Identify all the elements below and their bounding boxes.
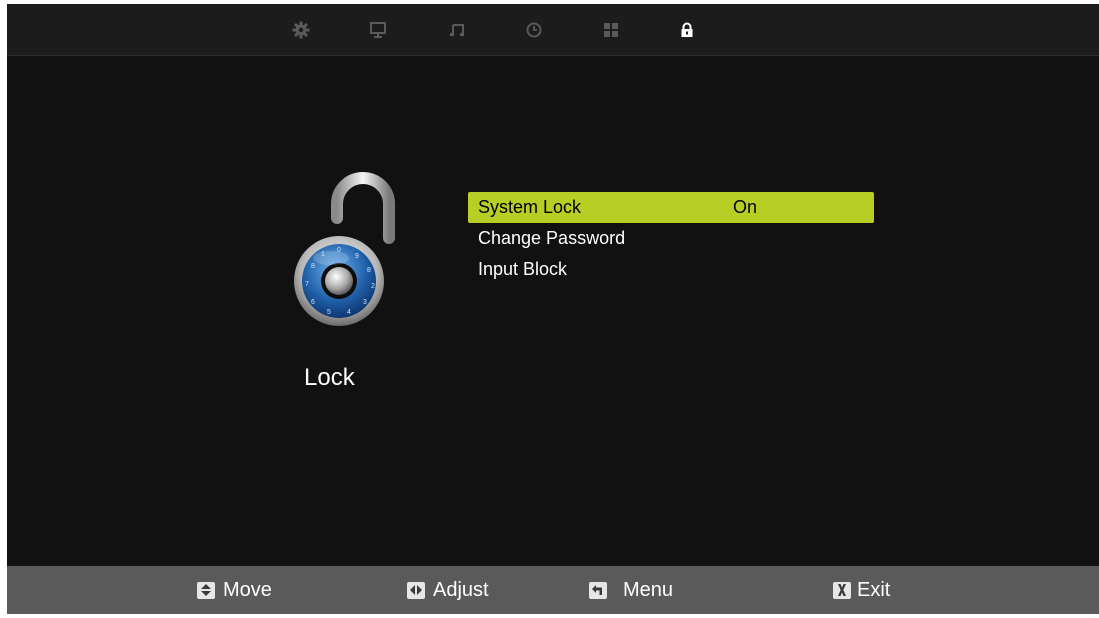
grid-icon [604,23,618,37]
tab-settings[interactable] [287,16,315,44]
hint-adjust: Adjust [407,566,489,614]
svg-text:2: 2 [371,283,375,290]
svg-text:4: 4 [347,309,351,316]
clock-icon [526,22,542,38]
tab-setup[interactable] [597,16,625,44]
key-hint-bar: Move Adjust Menu Exit [7,566,1099,614]
tab-lock[interactable] [673,16,701,44]
svg-text:3: 3 [363,299,367,306]
menu-item-input-block[interactable]: Input Block [468,254,874,285]
hint-label: Adjust [433,578,489,601]
hint-label: Exit [857,578,891,601]
hint-exit: Exit [833,566,890,614]
svg-text:8: 8 [311,263,315,270]
monitor-icon [370,22,386,38]
lock-menu: System Lock On Change Password Input Blo… [468,192,874,285]
menu-item-label: Change Password [478,228,626,248]
hint-menu: Menu [589,566,673,614]
menu-item-system-lock[interactable]: System Lock On [468,192,874,223]
tab-picture[interactable] [364,16,392,44]
tv-osd-screen: 0 9 8 2 3 4 5 6 7 8 1 Lock System Lock O… [7,4,1099,614]
svg-text:6: 6 [311,299,315,306]
system-lock-value[interactable]: On [733,192,757,223]
section-title: Lock [304,364,355,391]
exit-key-icon [833,581,851,599]
menu-item-change-password[interactable]: Change Password [468,223,874,254]
return-key-icon [589,581,607,599]
tab-time[interactable] [520,16,548,44]
up-down-key-icon [197,581,215,599]
category-tab-bar [7,4,1099,56]
menu-item-label: System Lock [478,197,582,217]
lock-icon [681,22,693,37]
svg-text:9: 9 [355,253,359,260]
menu-item-label: Input Block [478,259,568,279]
main-panel: 0 9 8 2 3 4 5 6 7 8 1 Lock System Lock O… [7,56,1099,566]
svg-text:7: 7 [305,281,309,288]
music-note-icon [450,24,464,36]
hint-move: Move [197,566,272,614]
svg-text:5: 5 [327,309,331,316]
left-right-key-icon [407,581,425,599]
gear-icon [292,21,310,39]
tab-sound[interactable] [443,16,471,44]
hint-label: Move [223,578,272,601]
hint-label: Menu [623,578,674,601]
padlock-illustration: 0 9 8 2 3 4 5 6 7 8 1 [277,166,407,326]
svg-text:8: 8 [367,267,371,274]
